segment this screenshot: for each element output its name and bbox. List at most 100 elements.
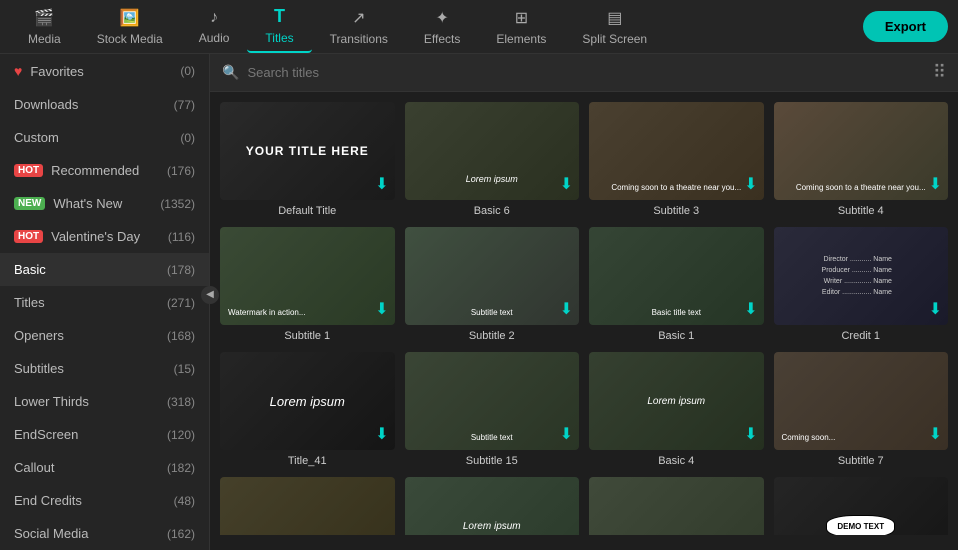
search-input[interactable]	[247, 65, 924, 80]
nav-item-media[interactable]: 🎬 Media	[10, 2, 79, 52]
list-item[interactable]: Coming soon to a theatre near you... ⬇ S…	[774, 102, 949, 217]
list-item[interactable]: Coming soon to a theatre near you... ⬇ S…	[589, 102, 764, 217]
sidebar-item-basic[interactable]: Basic (178)	[0, 253, 209, 286]
hot-badge-recommended: HOT	[14, 164, 43, 177]
thumb-label: Credit 1	[774, 330, 949, 342]
list-item[interactable]: Lorem ipsum ⬇ Basic 4	[589, 352, 764, 467]
sidebar-count-recommended: (176)	[167, 164, 195, 178]
nav-label-stock-media: Stock Media	[97, 32, 163, 46]
content-area: 🔍 ⠿ YOUR TITLE HERE ⬇ Default Title Lore…	[210, 54, 958, 535]
split-screen-icon: ▤	[607, 8, 622, 28]
sidebar-count-lower-thirds: (318)	[167, 395, 195, 409]
list-item[interactable]: Lorem ipsum ⬇ Title 29	[405, 477, 580, 535]
nav-item-transitions[interactable]: ↗ Transitions	[312, 2, 406, 52]
sidebar-count-favorites: (0)	[180, 64, 195, 78]
download-icon: ⬇	[929, 299, 942, 319]
download-icon: ⬇	[744, 424, 757, 444]
nav-label-split-screen: Split Screen	[582, 32, 647, 46]
nav-label-media: Media	[28, 32, 61, 46]
download-icon: ⬇	[744, 174, 757, 194]
sidebar-label-recommended: Recommended	[51, 163, 139, 178]
list-item[interactable]: Basic title text ⬇ Basic 1	[589, 227, 764, 342]
sidebar-count-subtitles: (15)	[174, 362, 195, 376]
media-icon: 🎬	[34, 8, 54, 28]
search-icon: 🔍	[222, 64, 239, 81]
sidebar-count-openers: (168)	[167, 329, 195, 343]
list-item[interactable]: Coming soon... ⬇ Subtitle 7	[774, 352, 949, 467]
list-item[interactable]: Lorem ipsum ⬇ Title_41	[220, 352, 395, 467]
sidebar-label-titles: Titles	[14, 295, 45, 310]
thumb-label: Subtitle 1	[220, 330, 395, 342]
sidebar-count-basic: (178)	[167, 263, 195, 277]
download-icon: ⬇	[560, 424, 573, 444]
nav-item-stock-media[interactable]: 🖼️ Stock Media	[79, 2, 181, 52]
sidebar-label-basic: Basic	[14, 262, 46, 277]
sidebar-item-subtitles[interactable]: Subtitles (15)	[0, 352, 209, 385]
sidebar-count-valentines: (116)	[168, 230, 195, 244]
sidebar-item-whats-new[interactable]: NEW What's New (1352)	[0, 187, 209, 220]
list-item[interactable]: Subtitle text ⬇ Subtitle 2	[405, 227, 580, 342]
sidebar-item-lower-thirds[interactable]: Lower Thirds (318)	[0, 385, 209, 418]
list-item[interactable]: DEMO TEXT ⬇ Thought Bubble	[774, 477, 949, 535]
sidebar-label-lower-thirds: Lower Thirds	[14, 394, 89, 409]
sidebar-item-valentines[interactable]: HOT Valentine's Day (116)	[0, 220, 209, 253]
heart-icon: ♥	[14, 63, 22, 79]
nav-label-audio: Audio	[199, 31, 230, 45]
sidebar-item-social-media[interactable]: Social Media (162)	[0, 517, 209, 550]
thumb-label: Title_41	[220, 455, 395, 467]
titles-icon: T	[274, 6, 285, 27]
thumb-label: Basic 6	[405, 205, 580, 217]
thumb-label: Basic 4	[589, 455, 764, 467]
download-icon: ⬇	[375, 174, 388, 194]
audio-icon: ♪	[210, 9, 218, 27]
download-icon: ⬇	[744, 299, 757, 319]
download-icon: ⬇	[375, 299, 388, 319]
sidebar-item-custom[interactable]: Custom (0)	[0, 121, 209, 154]
sidebar-label-subtitles: Subtitles	[14, 361, 64, 376]
sidebar-count-titles: (271)	[167, 296, 195, 310]
sidebar-item-end-credits[interactable]: End Credits (48)	[0, 484, 209, 517]
sidebar-count-callout: (182)	[167, 461, 195, 475]
thumb-label: Subtitle 7	[774, 455, 949, 467]
top-nav: 🎬 Media 🖼️ Stock Media ♪ Audio T Titles …	[0, 0, 958, 54]
sidebar-count-endscreen: (120)	[167, 428, 195, 442]
sidebar-item-titles[interactable]: Titles (271)	[0, 286, 209, 319]
nav-label-elements: Elements	[496, 32, 546, 46]
main-layout: ♥ Favorites (0) Downloads (77) Custom (0…	[0, 54, 958, 535]
list-item[interactable]: Subtitle text ⬇ Subtitle 15	[405, 352, 580, 467]
thumb-label: Default Title	[220, 205, 395, 217]
sidebar-item-recommended[interactable]: HOT Recommended (176)	[0, 154, 209, 187]
sidebar-item-endscreen[interactable]: EndScreen (120)	[0, 418, 209, 451]
effects-icon: ✦	[435, 8, 448, 28]
list-item[interactable]: ...Anc Joe... ⬇ Credit 2	[589, 477, 764, 535]
download-icon: ⬇	[560, 174, 573, 194]
thumb-label: Basic 1	[589, 330, 764, 342]
list-item[interactable]: Director ........... Name Producer .....…	[774, 227, 949, 342]
export-button[interactable]: Export	[863, 11, 948, 42]
sidebar-collapse-button[interactable]: ◀	[201, 286, 219, 304]
nav-item-titles[interactable]: T Titles	[247, 0, 311, 53]
sidebar-item-callout[interactable]: Callout (182)	[0, 451, 209, 484]
download-icon: ⬇	[375, 424, 388, 444]
list-item[interactable]: Watermark in action... ⬇ Subtitle 1	[220, 227, 395, 342]
nav-label-transitions: Transitions	[330, 32, 388, 46]
sidebar-label-callout: Callout	[14, 460, 54, 475]
sidebar-item-downloads[interactable]: Downloads (77)	[0, 88, 209, 121]
nav-item-audio[interactable]: ♪ Audio	[181, 3, 248, 51]
list-item[interactable]: Joe Bloggs ⬇ Credit 3	[220, 477, 395, 535]
sidebar-item-favorites[interactable]: ♥ Favorites (0)	[0, 54, 209, 88]
nav-item-elements[interactable]: ⊞ Elements	[478, 2, 564, 52]
sidebar-label-downloads: Downloads	[14, 97, 78, 112]
download-icon: ⬇	[929, 174, 942, 194]
list-item[interactable]: Lorem ipsum ⬇ Basic 6	[405, 102, 580, 217]
nav-item-split-screen[interactable]: ▤ Split Screen	[564, 2, 665, 52]
sidebar-label-social-media: Social Media	[14, 526, 88, 541]
search-bar: 🔍 ⠿	[210, 54, 958, 92]
sidebar-item-openers[interactable]: Openers (168)	[0, 319, 209, 352]
stock-media-icon: 🖼️	[120, 8, 140, 28]
nav-label-titles: Titles	[265, 31, 293, 45]
thumb-label: Subtitle 3	[589, 205, 764, 217]
grid-view-icon[interactable]: ⠿	[933, 62, 946, 83]
nav-item-effects[interactable]: ✦ Effects	[406, 2, 478, 52]
list-item[interactable]: YOUR TITLE HERE ⬇ Default Title	[220, 102, 395, 217]
